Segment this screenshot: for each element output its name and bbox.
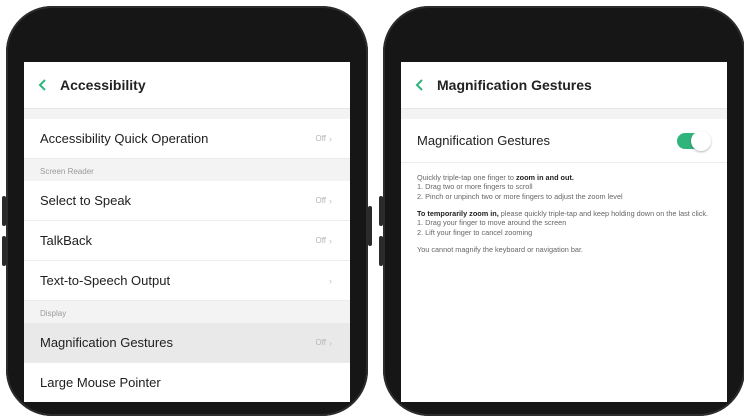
temp-zoom-line: To temporarily zoom in, please quickly t… (417, 208, 709, 218)
chevron-right-icon: › (329, 133, 332, 144)
spacer (24, 109, 350, 119)
row-value: Off › (315, 235, 332, 246)
phone-left: Accessibility Accessibility Quick Operat… (2, 6, 372, 416)
volume-button (379, 196, 383, 226)
magnification-toggle[interactable] (677, 130, 711, 151)
row-label: Accessibility Quick Operation (40, 131, 209, 146)
talkback-row[interactable]: TalkBack Off › (24, 221, 350, 261)
volume-button-2 (2, 236, 6, 266)
spacer (401, 109, 727, 119)
step-line: 1. Drag your finger to move around the s… (417, 218, 567, 228)
intro-line: Quickly triple-tap one finger to zoom in… (417, 173, 574, 182)
row-value: Off › (315, 133, 332, 144)
select-to-speak-row[interactable]: Select to Speak Off › (24, 181, 350, 221)
toggle-knob (691, 130, 711, 151)
row-label: Text-to-Speech Output (40, 273, 171, 288)
phone-right: Magnification Gestures Magnification Ges… (379, 6, 744, 416)
section-header: Screen Reader (24, 159, 350, 181)
partial-row[interactable]: Large Mouse Pointer (24, 363, 350, 402)
chevron-right-icon: › (329, 235, 332, 246)
chevron-right-icon: › (329, 337, 332, 348)
magnification-row[interactable]: Magnification Gestures Off › (24, 323, 350, 363)
description-text: Quickly triple-tap one finger to zoom in… (401, 163, 727, 402)
row-value: Off › (315, 195, 332, 206)
toggle-label: Magnification Gestures (417, 133, 550, 148)
row-label: TalkBack (40, 233, 93, 248)
back-button[interactable] (401, 79, 437, 91)
top-bar: Magnification Gestures (401, 62, 727, 109)
power-button (368, 206, 372, 246)
chevron-right-icon: › (329, 275, 332, 286)
step-line: 2. Lift your finger to cancel zooming (417, 227, 533, 237)
row-label: Select to Speak (40, 193, 132, 208)
volume-button-2 (379, 236, 383, 266)
quick-operation-row[interactable]: Accessibility Quick Operation Off › (24, 119, 350, 159)
step-line: 2. Pinch or unpinch two or more fingers … (417, 191, 623, 201)
magnification-toggle-row: Magnification Gestures (401, 119, 727, 163)
tts-output-row[interactable]: Text-to-Speech Output › (24, 261, 350, 301)
chevron-left-icon (415, 79, 423, 91)
row-label: Large Mouse Pointer (40, 375, 161, 390)
chevron-left-icon (38, 79, 46, 91)
section-header: Display (24, 301, 350, 323)
back-button[interactable] (24, 79, 60, 91)
chevron-right-icon: › (329, 195, 332, 206)
page-title: Magnification Gestures (437, 77, 592, 93)
page-title: Accessibility (60, 77, 146, 93)
volume-button (2, 196, 6, 226)
top-bar: Accessibility (24, 62, 350, 109)
magnification-screen: Magnification Gestures Magnification Ges… (401, 62, 727, 402)
row-value: Off › (315, 337, 332, 348)
note-line: You cannot magnify the keyboard or navig… (417, 244, 584, 254)
step-line: 1. Drag two or more fingers to scroll (417, 182, 533, 192)
accessibility-screen: Accessibility Accessibility Quick Operat… (24, 62, 350, 402)
row-value: › (329, 276, 332, 286)
row-label: Magnification Gestures (40, 335, 173, 350)
